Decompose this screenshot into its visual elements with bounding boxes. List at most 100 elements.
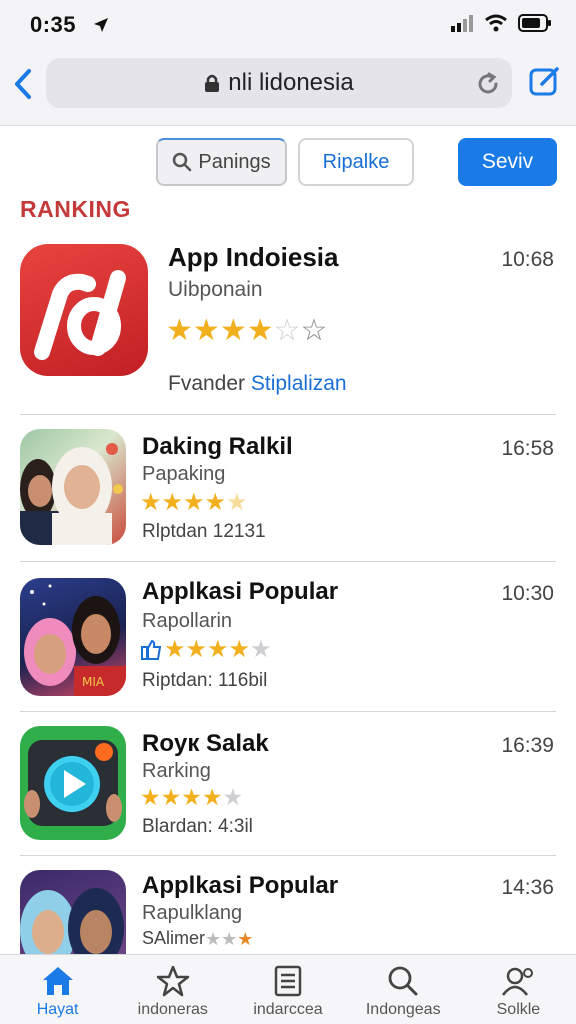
star-empty-icon: ★ [222, 784, 244, 810]
app-meta-row: SAlimer ★ ★ ★ [142, 928, 253, 949]
home-icon [42, 967, 73, 995]
video-player-icon [20, 726, 126, 840]
app-subtitle: Rarking [142, 760, 211, 782]
app-title: Daking Ralkil [142, 433, 293, 460]
app-row[interactable]: App Indoiesia Uibponain 10:68 ★ ★ ★ ★ ☆ … [0, 232, 576, 414]
star-full-icon: ★ [164, 636, 186, 663]
two-women-photo-icon [20, 429, 126, 545]
meta-link[interactable]: Stiplalizan [251, 372, 347, 395]
lock-icon [205, 74, 220, 92]
women-portrait-icon: MIA [20, 578, 126, 696]
status-time: 0:35 [30, 12, 77, 37]
app-meta: Blardan: 4:3il [142, 816, 253, 837]
compose-icon[interactable] [528, 64, 562, 98]
ripalke-button[interactable]: Ripalke [298, 138, 414, 186]
star-full-icon: ★ [207, 636, 229, 663]
wifi-icon [485, 14, 507, 32]
app-subtitle: Papaking [142, 463, 226, 485]
rd-logo-icon [20, 244, 148, 376]
profile-icon [502, 967, 534, 996]
tab-label: indoneras [137, 1001, 208, 1018]
star-full-icon: ★ [181, 784, 202, 810]
tab-solkle[interactable]: Solkle [461, 955, 576, 1024]
star-empty-icon: ★ [205, 928, 222, 949]
star-full-icon: ★ [183, 489, 205, 516]
browser-toolbar: nli lidonesia [0, 50, 576, 126]
chevron-left-icon [15, 69, 31, 99]
rating-stars: ★ ★ ★ ★ ★ [140, 786, 243, 809]
tab-indoneras[interactable]: indoneras [115, 955, 230, 1024]
tab-bar: Hayat indoneras indarccea Indongeas Solk… [0, 954, 576, 1024]
star-full-icon: ★ [192, 314, 220, 347]
star-half-icon: ★ [226, 489, 248, 516]
star-full-icon: ★ [219, 314, 247, 347]
ranking-heading: RANKING [20, 196, 131, 222]
tab-label: Indongeas [365, 1001, 441, 1018]
app-title: App Indoiesia [168, 242, 339, 272]
status-bar: 0:35 [0, 0, 576, 50]
app-time: 14:36 [501, 876, 554, 899]
star-empty-icon: ★ [250, 636, 272, 663]
tab-label: indarccea [253, 1001, 323, 1018]
rating-stars: ★ ★ ★ ★ ★ [140, 491, 248, 515]
star-full-icon: ★ [160, 784, 182, 810]
thumbs-up-icon [141, 639, 162, 660]
seviv-button[interactable]: Seviv [458, 138, 557, 186]
app-meta: Rlptdan 12131 [142, 521, 266, 542]
star-full-icon: ★ [201, 784, 223, 810]
star-full-icon: ★ [246, 314, 274, 347]
star-full-icon: ★ [237, 928, 254, 949]
star-full-icon: ★ [161, 489, 184, 516]
star-empty-icon: ★ [221, 928, 238, 949]
app-row[interactable]: MIA Applkasi Popular Rapollarin 10:30 ★ … [0, 562, 576, 710]
app-row[interactable]: Royк Salak Rarking 16:39 ★ ★ ★ ★ ★ Blard… [0, 712, 576, 854]
search-icon [173, 152, 192, 172]
search-filter-button[interactable]: Panings [156, 138, 287, 186]
search-icon [388, 966, 418, 996]
tab-hayat[interactable]: Hayat [0, 955, 115, 1024]
app-title: Royк Salak [142, 730, 269, 757]
location-arrow-icon [94, 18, 108, 32]
svg-text:MIA: MIA [82, 675, 105, 689]
meta-prefix: Fvander [168, 372, 251, 395]
status-indicators [450, 14, 552, 32]
app-time: 16:58 [501, 437, 554, 460]
app-meta: Fvander Stiplalizan [168, 372, 347, 396]
app-time: 10:30 [501, 582, 554, 605]
battery-icon [518, 14, 551, 32]
app-meta: Riptdan: 116bil [142, 670, 268, 691]
app-subtitle: Rapollarin [142, 610, 233, 632]
search-filter-label: Panings [198, 150, 271, 173]
app-row[interactable]: Applkasi Popular Rapulklang 14:36 SAlime… [0, 856, 576, 954]
tab-label: Solkle [496, 1001, 541, 1018]
star-full-icon: ★ [140, 784, 161, 810]
signal-icon [451, 15, 473, 32]
star-full-icon: ★ [204, 489, 227, 516]
app-subtitle: Rapulklang [142, 902, 243, 924]
star-empty-icon: ☆ [273, 314, 301, 347]
hijab-women-icon [20, 870, 126, 954]
app-time: 10:68 [501, 248, 554, 271]
tab-label: Hayat [36, 1001, 79, 1018]
app-row[interactable]: Daking Ralkil Papaking 16:58 ★ ★ ★ ★ ★ R… [0, 415, 576, 561]
tab-indarccea[interactable]: indarccea [230, 955, 345, 1024]
app-title: Applkasi Popular [142, 578, 339, 605]
filter-row: Panings Ripalke Seviv [0, 138, 576, 188]
app-time: 16:39 [501, 734, 554, 757]
star-icon [156, 965, 190, 997]
list-icon [274, 965, 302, 997]
app-subtitle: Uibponain [168, 278, 263, 301]
star-empty-icon: ☆ [300, 314, 328, 347]
rating-stars: ★ ★ ★ ★ ☆ ☆ [166, 316, 327, 346]
star-full-icon: ★ [185, 636, 208, 663]
app-title: Applkasi Popular [142, 872, 339, 899]
rating-stars: ★ ★ ★ ★ ★ [140, 638, 272, 662]
back-button[interactable] [8, 64, 38, 104]
tab-indongeas[interactable]: Indongeas [346, 955, 461, 1024]
star-full-icon: ★ [228, 636, 251, 663]
app-meta: SAlimer [142, 928, 206, 948]
reload-icon[interactable] [474, 70, 502, 98]
star-full-icon: ★ [166, 314, 193, 347]
star-full-icon: ★ [140, 489, 162, 516]
url-field[interactable]: nli lidonesia [46, 58, 512, 108]
